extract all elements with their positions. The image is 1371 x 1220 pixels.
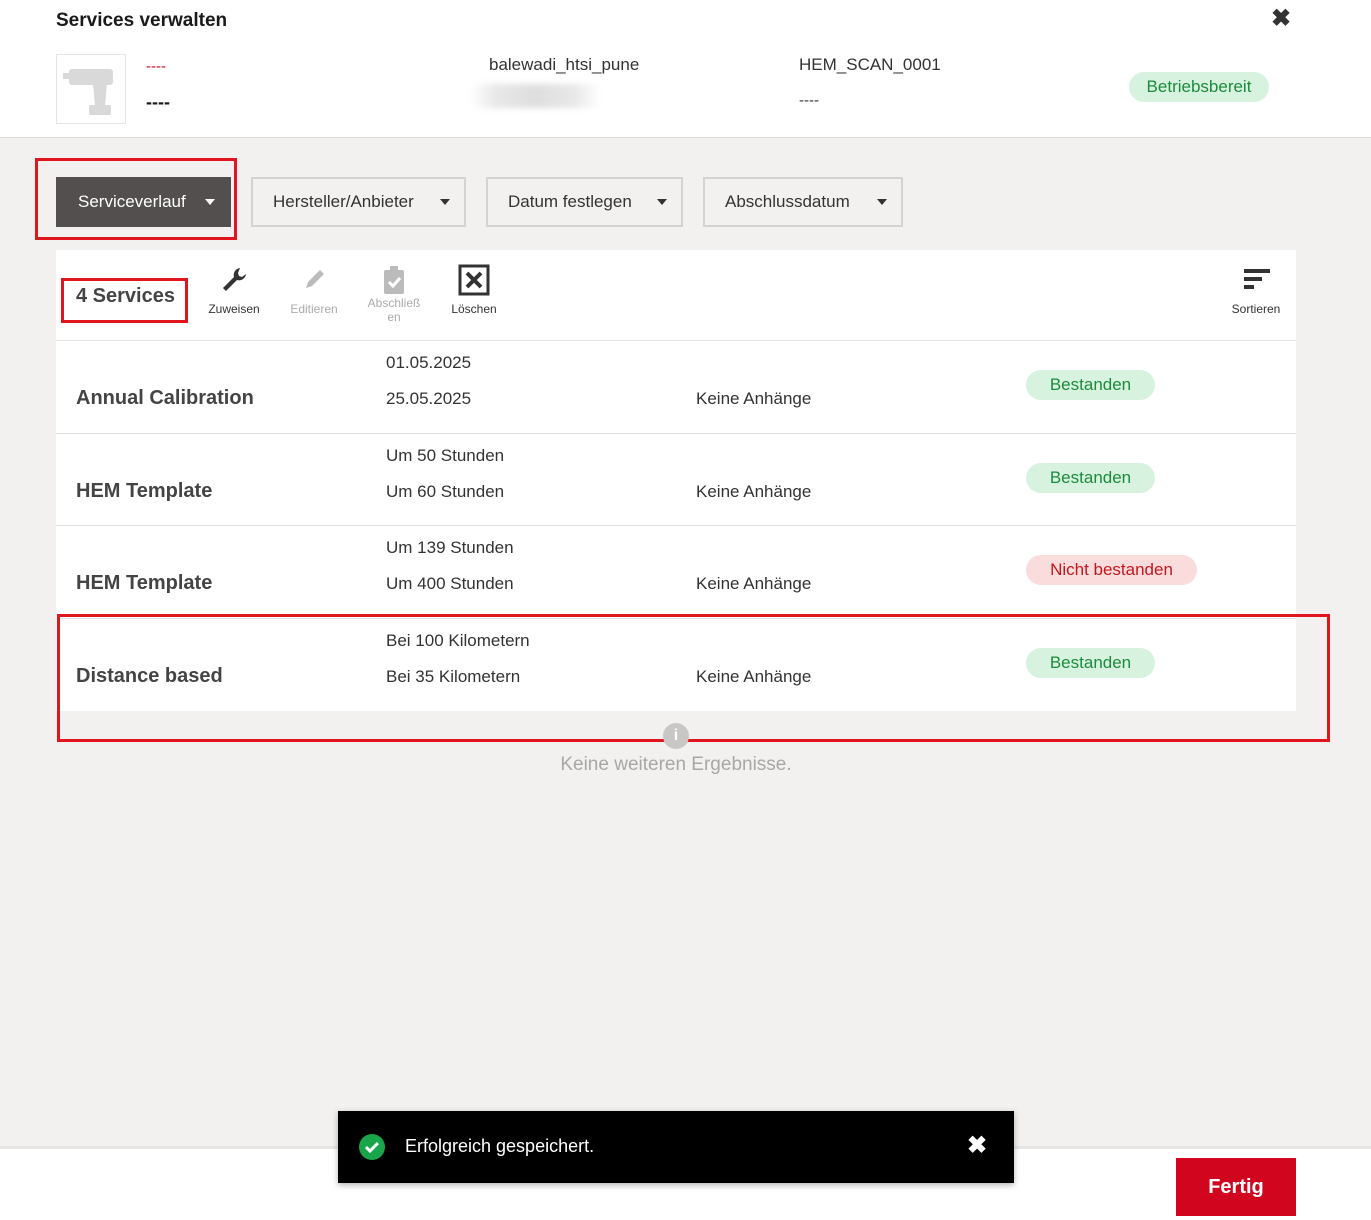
chevron-down-icon [657, 199, 667, 205]
modal-header: Services verwalten ✖ ---- ---- balewadi_… [0, 0, 1371, 138]
drill-icon [63, 69, 113, 115]
delete-box-icon [458, 264, 490, 296]
delete-label: Löschen [451, 302, 497, 316]
result-badge: Nicht bestanden [1026, 555, 1197, 585]
manufacturer-label: Hersteller/Anbieter [273, 192, 414, 211]
service-name: HEM Template [76, 572, 213, 594]
service-done: Bei 35 Kilometern [386, 667, 521, 686]
services-count: 4 Services [76, 285, 175, 307]
tool-thumbnail [56, 54, 126, 124]
chevron-down-icon [205, 199, 215, 205]
service-name: Annual Calibration [76, 387, 254, 409]
completion-date-label: Abschlussdatum [725, 192, 850, 211]
set-date-label: Datum festlegen [508, 192, 632, 211]
service-row[interactable]: HEM Template Um 50 Stunden Um 60 Stunden… [56, 433, 1296, 525]
result-badge: Bestanden [1026, 463, 1155, 493]
service-row[interactable]: Distance based Bei 100 Kilometern Bei 35… [56, 618, 1296, 710]
success-toast: Erfolgreich gespeichert. ✖ [338, 1111, 1014, 1183]
service-done: Um 60 Stunden [386, 482, 505, 501]
scan-sub-value: ---- [799, 92, 819, 109]
services-panel: 4 Services Zuweisen Editieren Abschließ … [56, 250, 1296, 711]
service-attachments: Keine Anhänge [696, 667, 812, 686]
service-done: 25.05.2025 [386, 389, 472, 408]
toast-close-icon[interactable]: ✖ [964, 1132, 990, 1160]
service-row[interactable]: HEM Template Um 139 Stunden Um 400 Stund… [56, 525, 1296, 617]
info-icon: i [663, 723, 689, 749]
redacted-field [470, 84, 600, 108]
sort-icon [1244, 269, 1270, 289]
service-row[interactable]: Annual Calibration 01.05.2025 25.05.2025… [56, 340, 1296, 432]
service-name: Distance based [76, 665, 223, 687]
toast-message: Erfolgreich gespeichert. [405, 1136, 595, 1156]
service-due: 01.05.2025 [386, 353, 472, 372]
service-due: Bei 100 Kilometern [386, 631, 530, 650]
wrench-icon [223, 268, 246, 291]
manufacturer-dropdown[interactable]: Hersteller/Anbieter [251, 177, 466, 227]
result-badge: Bestanden [1026, 370, 1155, 400]
complete-label-2: en [387, 310, 401, 324]
service-due: Um 139 Stunden [386, 538, 514, 557]
sort-label: Sortieren [1231, 302, 1281, 316]
service-due: Um 50 Stunden [386, 446, 505, 465]
service-attachments: Keine Anhänge [696, 574, 812, 593]
asset-location: balewadi_htsi_pune [489, 55, 640, 74]
chevron-down-icon [877, 199, 887, 205]
result-badge: Bestanden [1026, 648, 1155, 678]
set-date-dropdown[interactable]: Datum festlegen [486, 177, 683, 227]
service-done: Um 400 Stunden [386, 574, 514, 593]
assign-button[interactable]: Zuweisen [199, 264, 269, 316]
asset-code: ---- [146, 58, 166, 75]
asset-name: ---- [146, 92, 170, 112]
service-history-label: Serviceverlauf [78, 192, 186, 211]
check-circle-icon [359, 1134, 385, 1160]
sort-button[interactable]: Sortieren [1221, 264, 1291, 316]
assign-label: Zuweisen [208, 302, 260, 316]
delete-button[interactable]: Löschen [439, 264, 509, 316]
service-attachments: Keine Anhänge [696, 389, 812, 408]
complete-label-1: Abschließ [367, 296, 421, 310]
close-icon[interactable]: ✖ [1268, 6, 1294, 32]
status-badge: Betriebsbereit [1129, 72, 1269, 102]
done-button[interactable]: Fertig [1176, 1158, 1296, 1216]
service-name: HEM Template [76, 480, 213, 502]
chevron-down-icon [440, 199, 450, 205]
edit-label: Editieren [290, 302, 338, 316]
service-history-dropdown[interactable]: Serviceverlauf [56, 177, 231, 227]
end-of-list-text: Keine weiteren Ergebnisse. [560, 754, 792, 775]
complete-button[interactable]: Abschließ en [359, 264, 429, 324]
edit-button[interactable]: Editieren [279, 264, 349, 316]
modal-title: Services verwalten [56, 10, 228, 31]
clipboard-check-icon [384, 266, 404, 294]
service-attachments: Keine Anhänge [696, 482, 812, 501]
completion-date-dropdown[interactable]: Abschlussdatum [703, 177, 903, 227]
scan-id: HEM_SCAN_0001 [799, 55, 941, 74]
pencil-icon [306, 270, 324, 288]
